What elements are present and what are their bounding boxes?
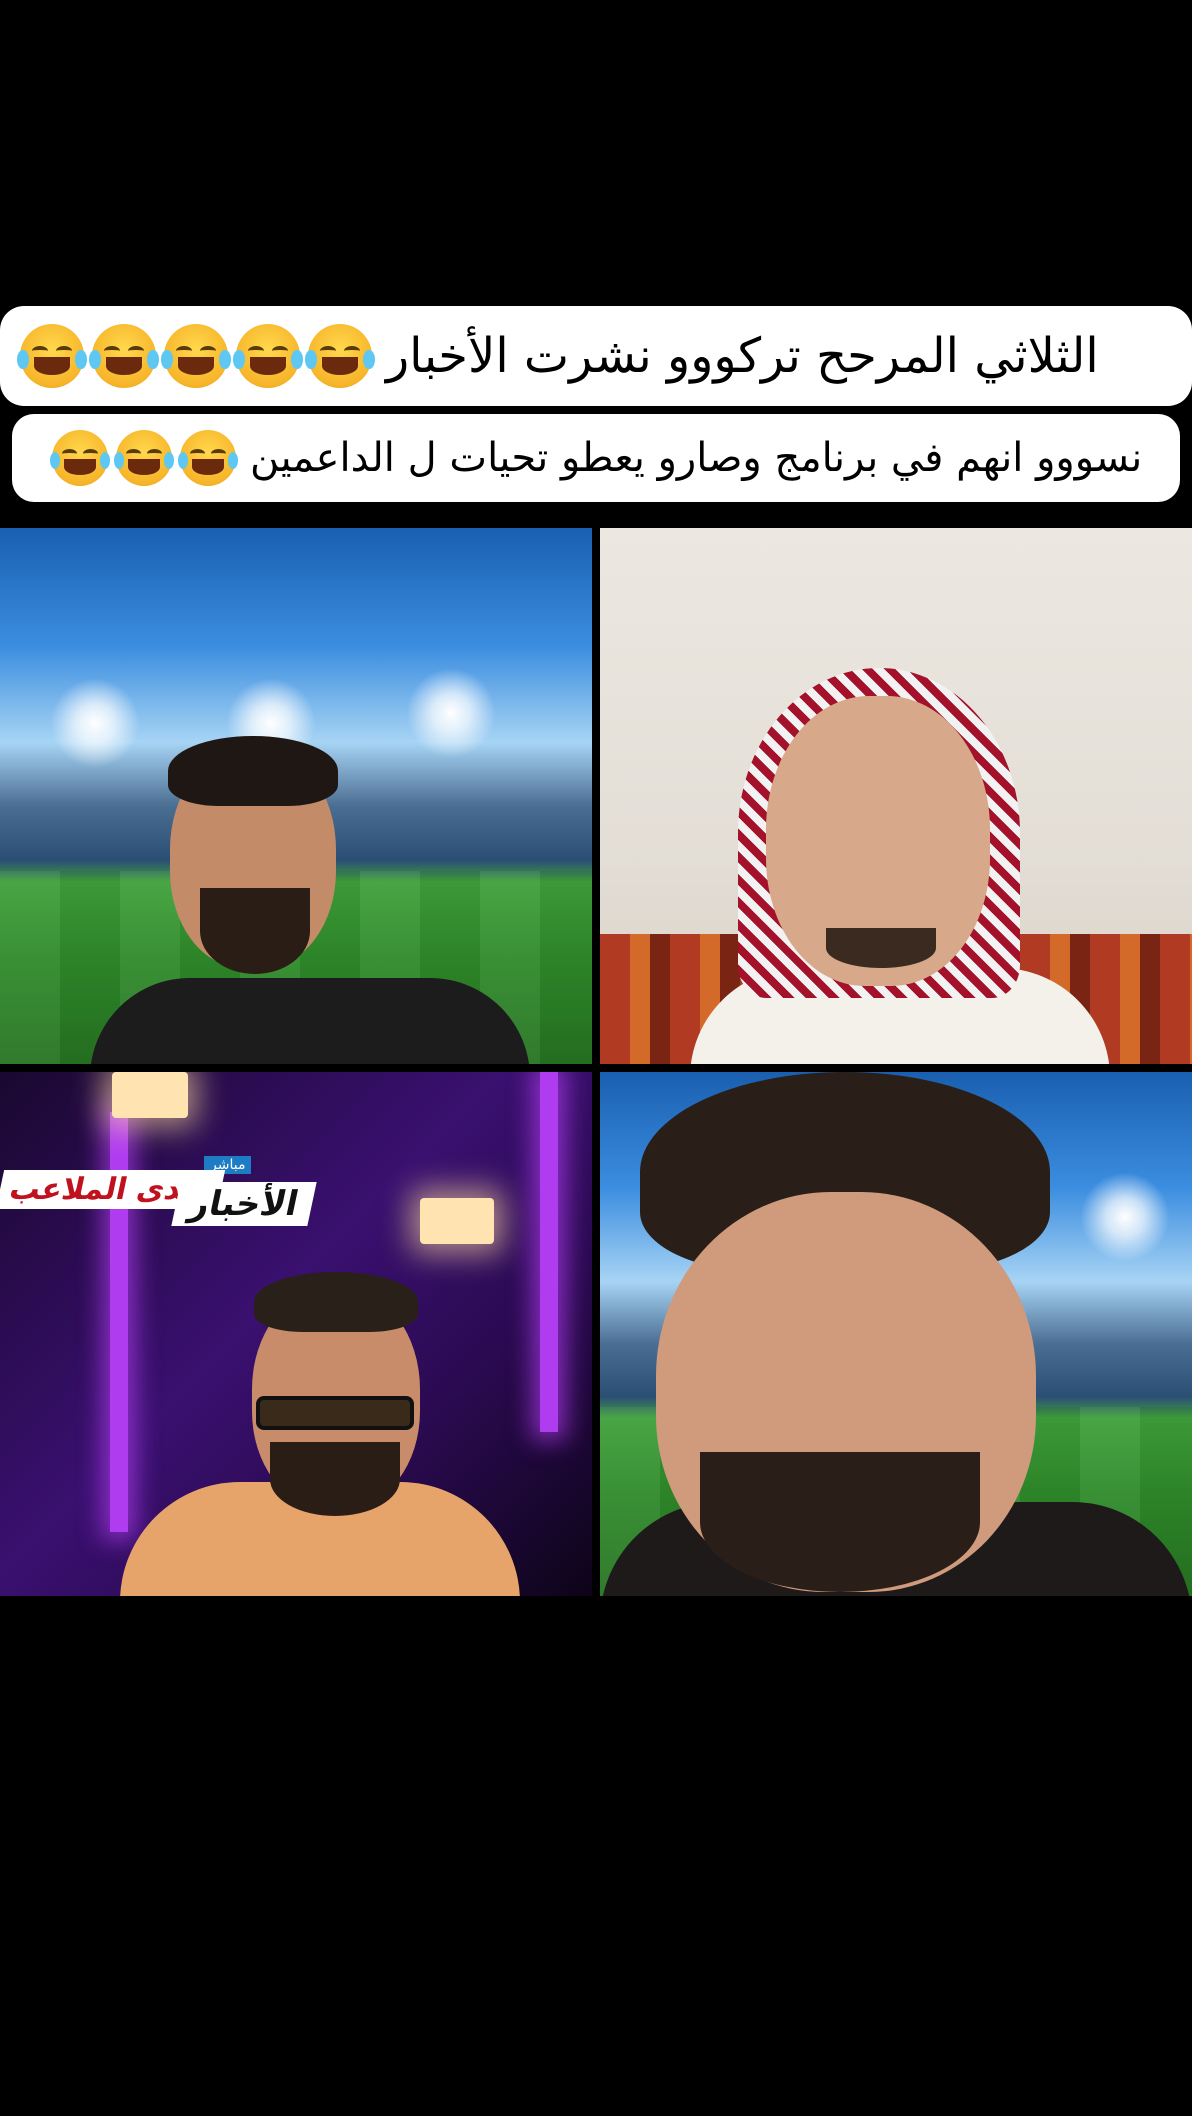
news-banner: الأخبار (171, 1182, 317, 1226)
stadium-light (406, 668, 496, 758)
video-tile-top-right[interactable] (600, 528, 1192, 1064)
caption-text-1: الثلاثي المرحح تركووو نشرت الأخبار (386, 328, 1099, 384)
caption-line-2: نسووو انهم في برنامج وصارو يعطو تحيات ل … (12, 414, 1180, 502)
caption-emojis-1 (17, 324, 375, 388)
laughing-crying-emoji-icon (17, 324, 87, 388)
video-tile-bottom-right[interactable] (600, 1072, 1192, 1596)
laughing-crying-emoji-icon (161, 324, 231, 388)
caption-emojis-2 (49, 430, 239, 486)
laughing-crying-emoji-icon (49, 430, 111, 486)
video-tile-bottom-left[interactable]: مباشر صدى الملاعب الأخبار (0, 1072, 592, 1596)
video-tile-top-left[interactable] (0, 528, 592, 1064)
laughing-crying-emoji-icon (89, 324, 159, 388)
caption-text-2: نسووو انهم في برنامج وصارو يعطو تحيات ل … (250, 435, 1143, 481)
caption-line-1: الثلاثي المرحح تركووو نشرت الأخبار (0, 306, 1192, 406)
laughing-crying-emoji-icon (177, 430, 239, 486)
laughing-crying-emoji-icon (305, 324, 375, 388)
stadium-light (1080, 1172, 1170, 1262)
laughing-crying-emoji-icon (233, 324, 303, 388)
laughing-crying-emoji-icon (113, 430, 175, 486)
stadium-light (50, 678, 140, 768)
